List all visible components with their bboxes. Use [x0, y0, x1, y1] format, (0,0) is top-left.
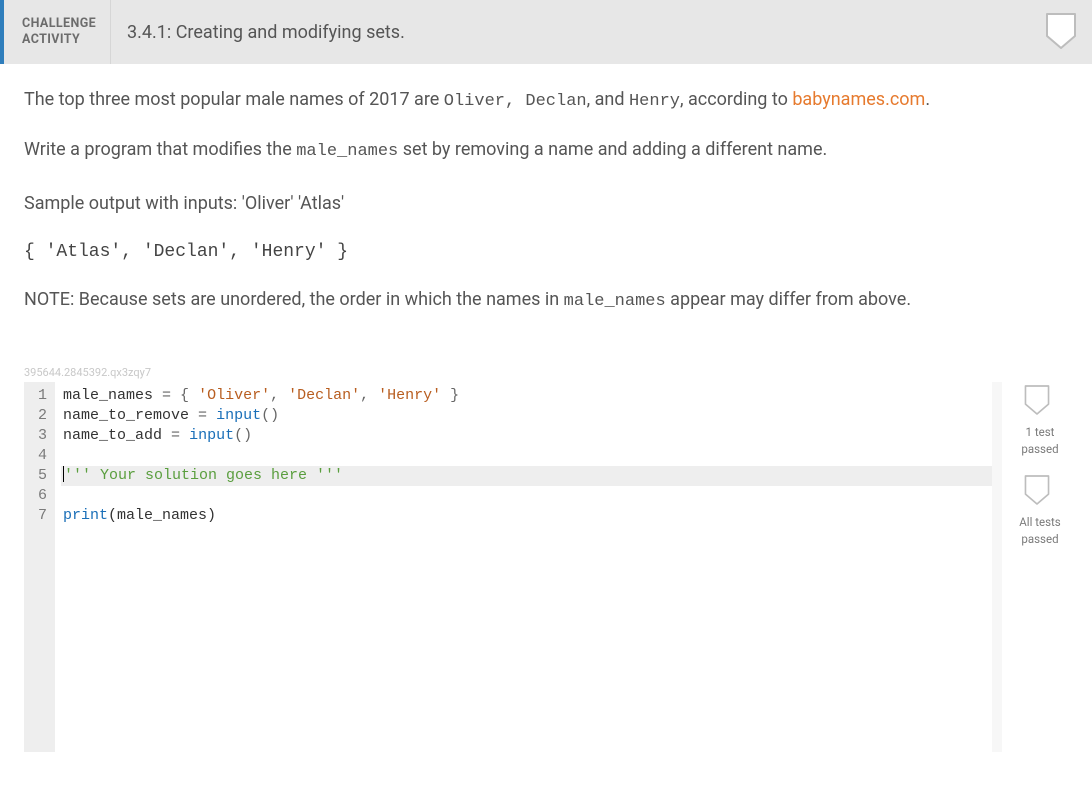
intro-post: , according to	[680, 89, 792, 110]
code-line-5[interactable]: ''' Your solution goes here '''	[61, 466, 992, 486]
code-line-4[interactable]	[61, 446, 992, 466]
gutter-6: 6	[38, 486, 47, 506]
intro-name3: Henry	[629, 92, 680, 111]
babynames-link[interactable]: babynames.com	[792, 89, 925, 110]
l7-fn: print	[63, 507, 108, 524]
one-test-line2: passed	[1021, 442, 1058, 456]
note-pre: NOTE: Because sets are unordered, the or…	[24, 289, 564, 310]
code-line-3[interactable]: name_to_add = input()	[61, 426, 992, 446]
code-line-7[interactable]: print(male_names)	[61, 506, 992, 526]
one-test-status: 1 test passed	[1021, 384, 1058, 456]
task-paragraph: Write a program that modifies the male_n…	[24, 136, 1068, 166]
l2-var: name_to_remove	[63, 407, 189, 424]
intro-paragraph: The top three most popular male names of…	[24, 86, 1068, 116]
one-test-line1: 1 test	[1026, 425, 1055, 439]
gutter-1: 1	[38, 386, 47, 406]
challenge-badge: CHALLENGE ACTIVITY	[4, 0, 111, 64]
l1-s2: 'Declan'	[288, 387, 360, 404]
note-paragraph: NOTE: Because sets are unordered, the or…	[24, 286, 1068, 316]
l3-par: ()	[234, 427, 252, 444]
watermark-id: 395644.2845392.qx3zqy7	[24, 366, 1092, 379]
l1-c2: ,	[360, 387, 378, 404]
task-pre: Write a program that modifies the	[24, 139, 296, 160]
l1-brace2: }	[441, 387, 459, 404]
task-code: male_names	[296, 142, 398, 161]
l1-eq: =	[153, 387, 180, 404]
intro-sep2: , and	[587, 89, 629, 110]
test-status-sidebar: 1 test passed All tests passed	[1012, 382, 1068, 752]
l1-s1: 'Oliver'	[198, 387, 270, 404]
task-post: set by removing a name and adding a diff…	[398, 139, 827, 160]
badge-line-1: CHALLENGE	[22, 16, 96, 32]
activity-title: 3.4.1: Creating and modifying sets.	[111, 0, 405, 64]
all-tests-line1: All tests	[1019, 515, 1060, 529]
activity-header: CHALLENGE ACTIVITY 3.4.1: Creating and m…	[0, 0, 1092, 64]
l3-eq: =	[162, 427, 189, 444]
gutter-4: 4	[38, 446, 47, 466]
note-post: appear may differ from above.	[666, 289, 911, 310]
code-line-2[interactable]: name_to_remove = input()	[61, 406, 992, 426]
code-line-1[interactable]: male_names = { 'Oliver', 'Declan', 'Henr…	[61, 386, 992, 406]
l7-arg: (male_names)	[108, 507, 216, 524]
sample-label: Sample output with inputs: 'Oliver' 'Atl…	[24, 190, 1068, 218]
l1-var: male_names	[63, 387, 153, 404]
editor-area: 1 2 3 4 5 6 7 male_names = { 'Oliver', '…	[0, 382, 1092, 752]
l5-comment: ''' Your solution goes here '''	[64, 467, 343, 484]
gutter-3: 3	[38, 426, 47, 446]
all-tests-line2: passed	[1021, 532, 1058, 546]
intro-pre: The top three most popular male names of…	[24, 89, 444, 110]
checkbox-icon	[1023, 384, 1057, 422]
badge-line-2: ACTIVITY	[22, 32, 96, 48]
l3-var: name_to_add	[63, 427, 162, 444]
l2-par: ()	[261, 407, 279, 424]
l2-fn: input	[216, 407, 261, 424]
code-body[interactable]: male_names = { 'Oliver', 'Declan', 'Henr…	[55, 382, 992, 752]
line-gutter: 1 2 3 4 5 6 7	[24, 382, 55, 752]
l1-s3: 'Henry'	[378, 387, 441, 404]
intro-name1: Oliver	[444, 92, 505, 111]
bookmark-icon[interactable]	[1044, 12, 1078, 54]
intro-sep1: ,	[505, 92, 525, 111]
code-line-6[interactable]	[61, 486, 992, 506]
intro-period: .	[925, 89, 930, 110]
checkbox-icon	[1023, 474, 1057, 512]
page: CHALLENGE ACTIVITY 3.4.1: Creating and m…	[0, 0, 1092, 802]
l1-c1: ,	[270, 387, 288, 404]
l1-brace: {	[180, 387, 198, 404]
gutter-2: 2	[38, 406, 47, 426]
l2-eq: =	[189, 407, 216, 424]
code-editor[interactable]: 1 2 3 4 5 6 7 male_names = { 'Oliver', '…	[24, 382, 1002, 752]
intro-name2: Declan	[525, 92, 586, 111]
note-code: male_names	[564, 292, 666, 311]
gutter-7: 7	[38, 506, 47, 526]
sample-output: { 'Atlas', 'Declan', 'Henry' }	[24, 238, 1068, 266]
all-tests-status: All tests passed	[1019, 474, 1060, 546]
l3-fn: input	[189, 427, 234, 444]
gutter-5: 5	[38, 466, 47, 486]
instructions: The top three most popular male names of…	[0, 64, 1092, 316]
